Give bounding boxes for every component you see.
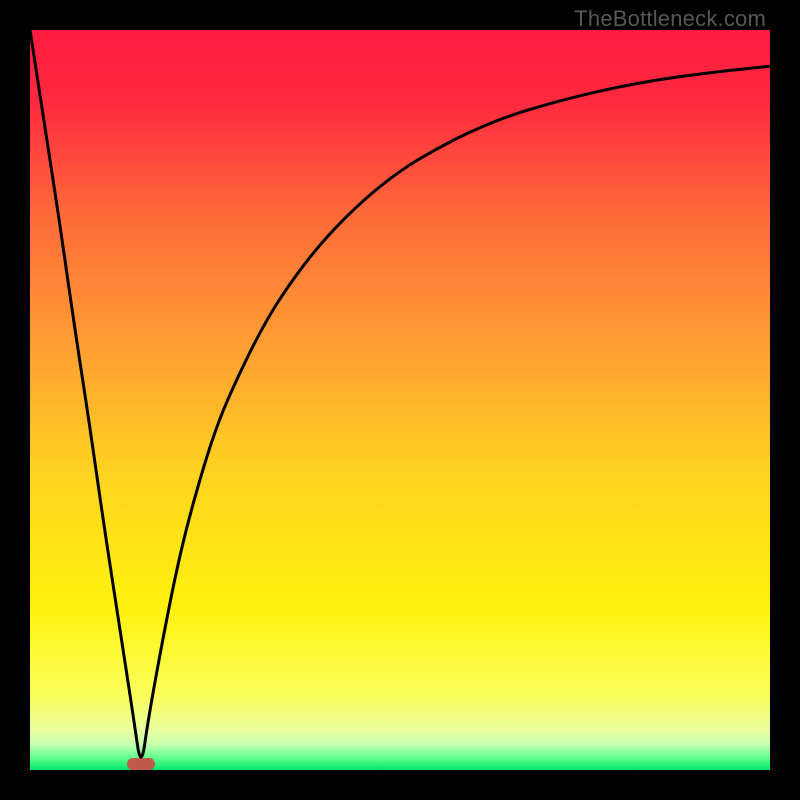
chart-frame: TheBottleneck.com — [0, 0, 800, 800]
plot-area — [30, 30, 770, 770]
watermark-label: TheBottleneck.com — [574, 6, 766, 32]
bottleneck-curve-path — [30, 30, 770, 757]
curve-svg — [30, 30, 770, 770]
